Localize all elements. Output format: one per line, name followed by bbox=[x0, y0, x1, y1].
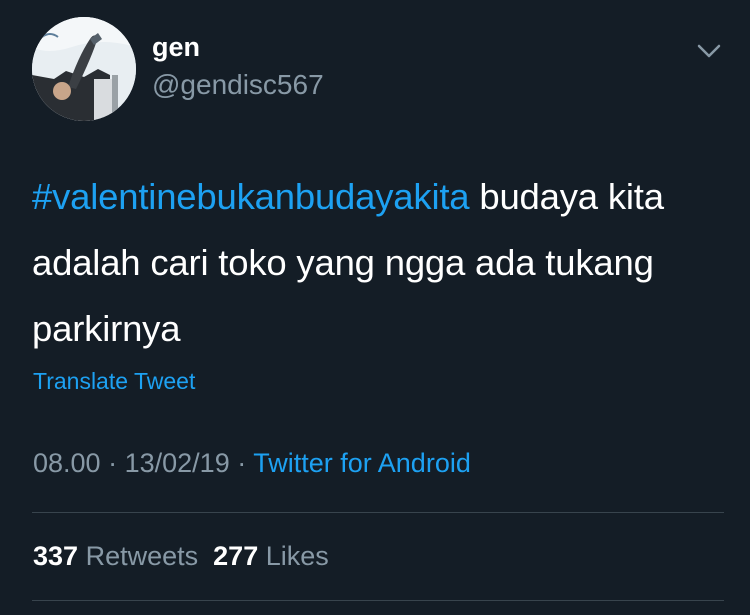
tweet-text: #valentinebukanbudayakita budaya kita ad… bbox=[32, 164, 722, 362]
display-name[interactable]: gen bbox=[152, 34, 200, 61]
avatar[interactable] bbox=[32, 17, 136, 121]
meta-separator: · bbox=[108, 448, 118, 478]
retweets-label: Retweets bbox=[85, 541, 199, 571]
chevron-down-icon[interactable] bbox=[694, 40, 724, 62]
user-handle[interactable]: @gendisc567 bbox=[152, 71, 324, 99]
likes-stat[interactable]: 277 Likes bbox=[213, 541, 329, 571]
likes-count: 277 bbox=[213, 541, 259, 571]
engagement-stats: 337 Retweets 277 Likes bbox=[33, 543, 329, 570]
divider bbox=[32, 512, 724, 513]
tweet-metadata: 08.00 · 13/02/19 · Twitter for Android bbox=[33, 450, 471, 477]
translate-tweet-link[interactable]: Translate Tweet bbox=[33, 370, 195, 393]
avatar-image bbox=[32, 17, 136, 121]
tweet-time: 08.00 bbox=[33, 448, 101, 478]
retweets-count: 337 bbox=[33, 541, 79, 571]
tweet-date: 13/02/19 bbox=[124, 448, 230, 478]
likes-label: Likes bbox=[265, 541, 329, 571]
retweets-stat[interactable]: 337 Retweets bbox=[33, 541, 198, 571]
divider bbox=[32, 600, 724, 601]
meta-separator: · bbox=[237, 448, 247, 478]
hashtag-link[interactable]: #valentinebukanbudayakita bbox=[32, 176, 470, 217]
tweet-source-link[interactable]: Twitter for Android bbox=[253, 448, 471, 478]
